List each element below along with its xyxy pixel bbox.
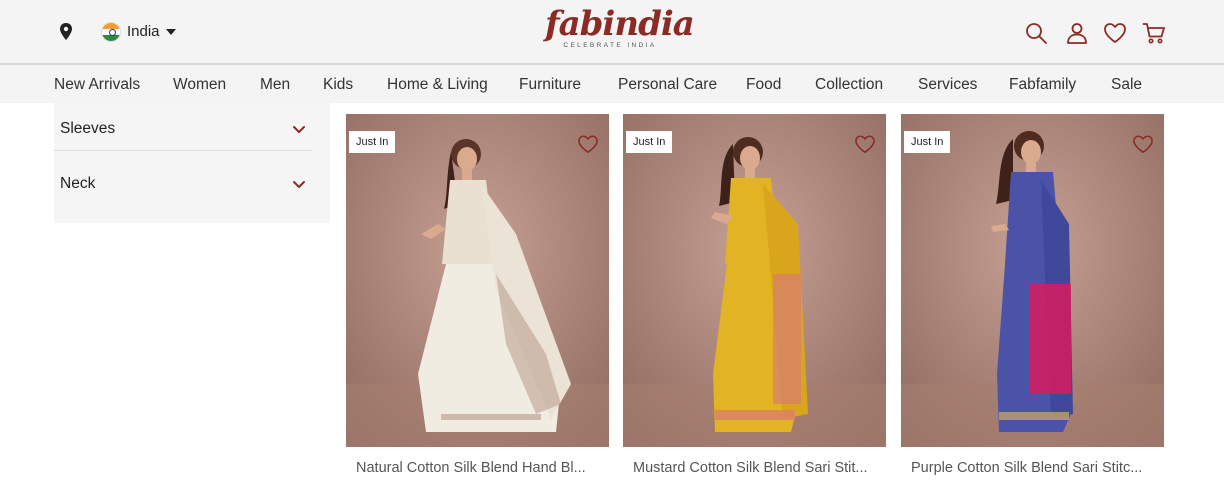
product-image[interactable]: Just In (901, 114, 1164, 447)
product-image[interactable]: Just In (623, 114, 886, 447)
nav-item-fabfamily[interactable]: Fabfamily (1009, 76, 1076, 94)
product-image[interactable]: Just In (346, 114, 609, 447)
filter-divider (54, 150, 312, 151)
just-in-badge: Just In (626, 131, 673, 153)
wishlist-heart-icon[interactable] (1103, 21, 1127, 45)
search-icon[interactable] (1024, 21, 1048, 45)
main-nav: New Arrivals Women Men Kids Home & Livin… (0, 65, 1224, 103)
product-card[interactable]: Just In Mustard Cotton Silk Blend Sari S… (623, 114, 886, 476)
product-card[interactable]: Just In Purple Cotton Silk Blend Sari St… (901, 114, 1164, 476)
cart-icon[interactable] (1142, 21, 1166, 45)
nav-item-women[interactable]: Women (173, 76, 226, 94)
product-name[interactable]: Purple Cotton Silk Blend Sari Stitc... (911, 460, 1156, 476)
nav-item-home-living[interactable]: Home & Living (387, 76, 488, 94)
filter-sleeves[interactable]: Sleeves (54, 105, 312, 151)
filter-label: Sleeves (60, 120, 116, 137)
just-in-badge: Just In (904, 131, 951, 153)
filter-neck[interactable]: Neck (54, 160, 312, 206)
wishlist-heart-icon[interactable] (577, 134, 599, 154)
nav-item-furniture[interactable]: Furniture (519, 76, 581, 94)
chevron-down-icon[interactable] (166, 29, 176, 35)
filter-label: Neck (60, 175, 96, 192)
nav-item-collection[interactable]: Collection (815, 76, 883, 94)
chevron-down-icon[interactable] (292, 122, 306, 133)
filter-panel: Sleeves Neck (54, 103, 330, 223)
location-pin-icon[interactable] (57, 22, 75, 42)
wishlist-heart-icon[interactable] (1132, 134, 1154, 154)
product-name[interactable]: Mustard Cotton Silk Blend Sari Stit... (633, 460, 878, 476)
chevron-down-icon[interactable] (292, 177, 306, 188)
nav-item-sale[interactable]: Sale (1111, 76, 1142, 94)
product-name[interactable]: Natural Cotton Silk Blend Hand Bl... (356, 460, 601, 476)
logo-tagline: CELEBRATE INDIA (563, 42, 657, 49)
nav-item-new-arrivals[interactable]: New Arrivals (54, 76, 140, 94)
logo-wordmark: fabindia (545, 4, 695, 44)
wishlist-heart-icon[interactable] (854, 134, 876, 154)
india-flag-icon[interactable] (101, 22, 121, 42)
nav-item-kids[interactable]: Kids (323, 76, 353, 94)
header-bar: India fabindia CELEBRATE INDIA (0, 0, 1224, 63)
nav-item-men[interactable]: Men (260, 76, 290, 94)
country-selector[interactable]: India (127, 23, 160, 40)
nav-item-personal-care[interactable]: Personal Care (618, 76, 717, 94)
user-icon[interactable] (1065, 21, 1089, 45)
nav-item-food[interactable]: Food (746, 76, 781, 94)
brand-logo[interactable]: fabindia CELEBRATE INDIA (545, 4, 695, 49)
product-card[interactable]: Just In Natural Cotton Silk Blend Hand B… (346, 114, 609, 476)
nav-item-services[interactable]: Services (918, 76, 977, 94)
just-in-badge: Just In (349, 131, 396, 153)
